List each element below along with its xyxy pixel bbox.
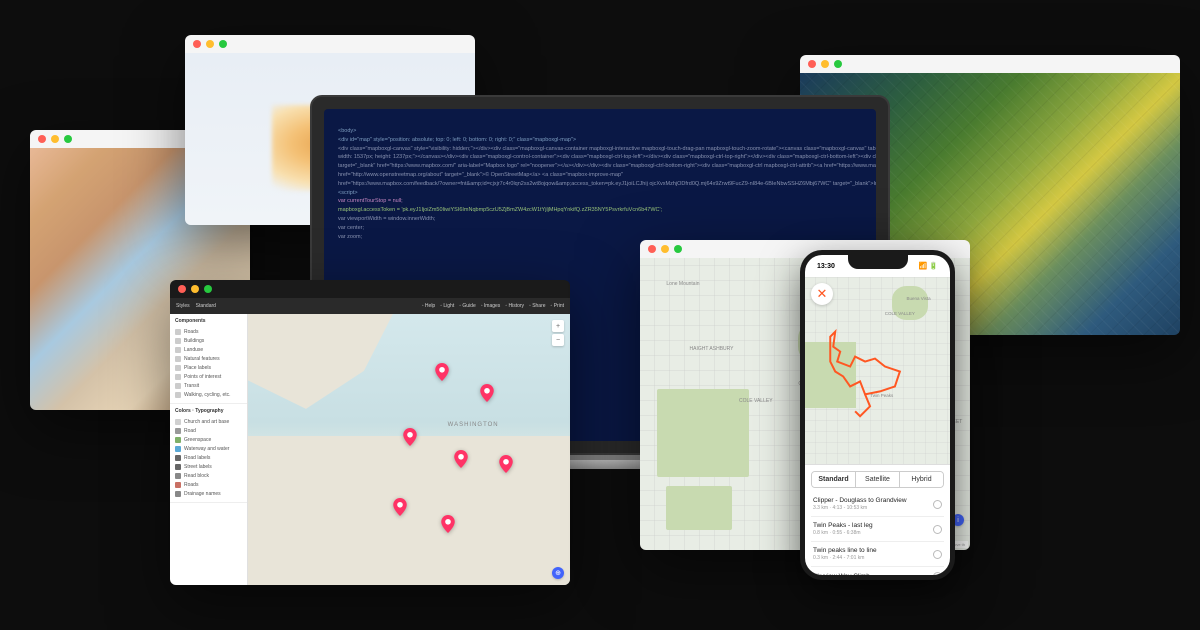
zoom-out-button[interactable]: − xyxy=(552,334,564,346)
maximize-icon[interactable] xyxy=(834,60,842,68)
layer-item[interactable]: Waterway and water xyxy=(175,444,242,453)
toolbar-guide[interactable]: ◦ Guide xyxy=(459,303,476,309)
toolbar-print[interactable]: ◦ Print xyxy=(551,303,564,309)
toolbar-light[interactable]: ◦ Light xyxy=(440,303,454,309)
studio-map-canvas[interactable]: WASHINGTON + − ⊕ xyxy=(248,314,570,585)
radio-icon[interactable] xyxy=(933,525,942,534)
map-pin-icon[interactable] xyxy=(393,498,407,516)
maximize-icon[interactable] xyxy=(674,245,682,253)
phone-notch xyxy=(848,255,908,269)
titlebar xyxy=(800,55,1180,73)
status-time: 13:30 xyxy=(817,263,835,270)
phone-device: 13:30 📶 🔋 ✕ COLE VALLEY Buena Vista Twin P… xyxy=(800,250,955,580)
locate-button[interactable]: ⊕ xyxy=(552,567,564,579)
close-icon[interactable] xyxy=(178,285,186,293)
component-item[interactable]: Walking, cycling, etc. xyxy=(175,390,242,399)
minimize-icon[interactable] xyxy=(191,285,199,293)
studio-window: Styles Standard ◦ Help ◦ Light ◦ Guide ◦ Im… xyxy=(170,280,570,585)
map-pin-icon[interactable] xyxy=(403,428,417,446)
radio-icon[interactable] xyxy=(933,550,942,559)
component-item[interactable]: Place labels xyxy=(175,363,242,372)
route-list: Clipper - Douglass to Grandview3.3 km · … xyxy=(805,492,950,575)
styles-link[interactable]: Styles xyxy=(176,303,190,309)
close-icon[interactable] xyxy=(38,135,46,143)
toolbar-share[interactable]: ◦ Share xyxy=(529,303,546,309)
maximize-icon[interactable] xyxy=(64,135,72,143)
minimize-icon[interactable] xyxy=(661,245,669,253)
studio-sidebar: Components RoadsBuildingsLanduseNatural … xyxy=(170,314,248,585)
component-item[interactable]: Transit xyxy=(175,381,242,390)
status-icons: 📶 🔋 xyxy=(919,262,938,270)
layer-item[interactable]: Street labels xyxy=(175,462,242,471)
layer-item[interactable]: Greenspace xyxy=(175,435,242,444)
phone-map[interactable]: ✕ COLE VALLEY Buena Vista Twin Peaks xyxy=(805,277,950,465)
radio-icon[interactable] xyxy=(933,500,942,509)
neighborhood-label: Lone Mountain xyxy=(666,281,699,287)
titlebar xyxy=(170,280,570,298)
component-item[interactable]: Roads xyxy=(175,327,242,336)
route-list-item[interactable]: Twin peaks line to line0.3 km · 2:44 - 7… xyxy=(811,542,944,567)
map-pin-icon[interactable] xyxy=(480,384,494,402)
minimize-icon[interactable] xyxy=(821,60,829,68)
map-pin-icon[interactable] xyxy=(499,455,513,473)
close-button[interactable]: ✕ xyxy=(811,283,833,305)
minimize-icon[interactable] xyxy=(206,40,214,48)
close-icon[interactable] xyxy=(648,245,656,253)
map-style-segmented-control[interactable]: Standard Satellite Hybrid xyxy=(811,471,944,488)
map-label: Buena Vista xyxy=(907,296,931,301)
maximize-icon[interactable] xyxy=(219,40,227,48)
close-icon[interactable] xyxy=(193,40,201,48)
neighborhood-label: COLE VALLEY xyxy=(739,398,773,404)
studio-toolbar: Styles Standard ◦ Help ◦ Light ◦ Guide ◦ Im… xyxy=(170,298,570,314)
component-item[interactable]: Natural features xyxy=(175,354,242,363)
map-pin-icon[interactable] xyxy=(441,515,455,533)
route-list-item[interactable]: Twin Peaks - last leg0.8 km · 0:55 - 6:3… xyxy=(811,517,944,542)
zoom-in-button[interactable]: + xyxy=(552,320,564,332)
layer-item[interactable]: Read block xyxy=(175,471,242,480)
component-item[interactable]: Buildings xyxy=(175,336,242,345)
toolbar-history[interactable]: ◦ History xyxy=(505,303,524,309)
layer-item[interactable]: Church and art base xyxy=(175,417,242,426)
toolbar-images[interactable]: ◦ Images xyxy=(481,303,501,309)
titlebar xyxy=(185,35,475,53)
state-label: WASHINGTON xyxy=(448,422,499,428)
phone-screen: 13:30 📶 🔋 ✕ COLE VALLEY Buena Vista Twin P… xyxy=(805,255,950,575)
route-list-item[interactable]: Skyview Way Climb xyxy=(811,567,944,575)
layer-item[interactable]: Drainage names xyxy=(175,489,242,498)
map-label: COLE VALLEY xyxy=(885,311,915,316)
map-pin-icon[interactable] xyxy=(435,363,449,381)
map-label: Twin Peaks xyxy=(870,393,893,398)
segment-satellite[interactable]: Satellite xyxy=(856,472,900,487)
segment-standard[interactable]: Standard xyxy=(812,472,856,487)
maximize-icon[interactable] xyxy=(204,285,212,293)
segment-hybrid[interactable]: Hybrid xyxy=(900,472,943,487)
layer-item[interactable]: Road labels xyxy=(175,453,242,462)
component-item[interactable]: Points of interest xyxy=(175,372,242,381)
layer-item[interactable]: Road xyxy=(175,426,242,435)
route-overlay xyxy=(805,277,950,464)
layer-item[interactable]: Roads xyxy=(175,480,242,489)
radio-icon[interactable] xyxy=(933,572,942,575)
close-icon[interactable] xyxy=(808,60,816,68)
route-list-item[interactable]: Clipper - Douglass to Grandview3.3 km · … xyxy=(811,492,944,517)
style-name: Standard xyxy=(196,303,216,309)
components-header: Components xyxy=(175,318,242,324)
filter-header: Colors · Typography xyxy=(175,408,242,414)
map-pin-icon[interactable] xyxy=(454,450,468,468)
component-item[interactable]: Landuse xyxy=(175,345,242,354)
toolbar-help[interactable]: ◦ Help xyxy=(422,303,435,309)
minimize-icon[interactable] xyxy=(51,135,59,143)
neighborhood-label: HAIGHT ASHBURY xyxy=(690,346,734,352)
